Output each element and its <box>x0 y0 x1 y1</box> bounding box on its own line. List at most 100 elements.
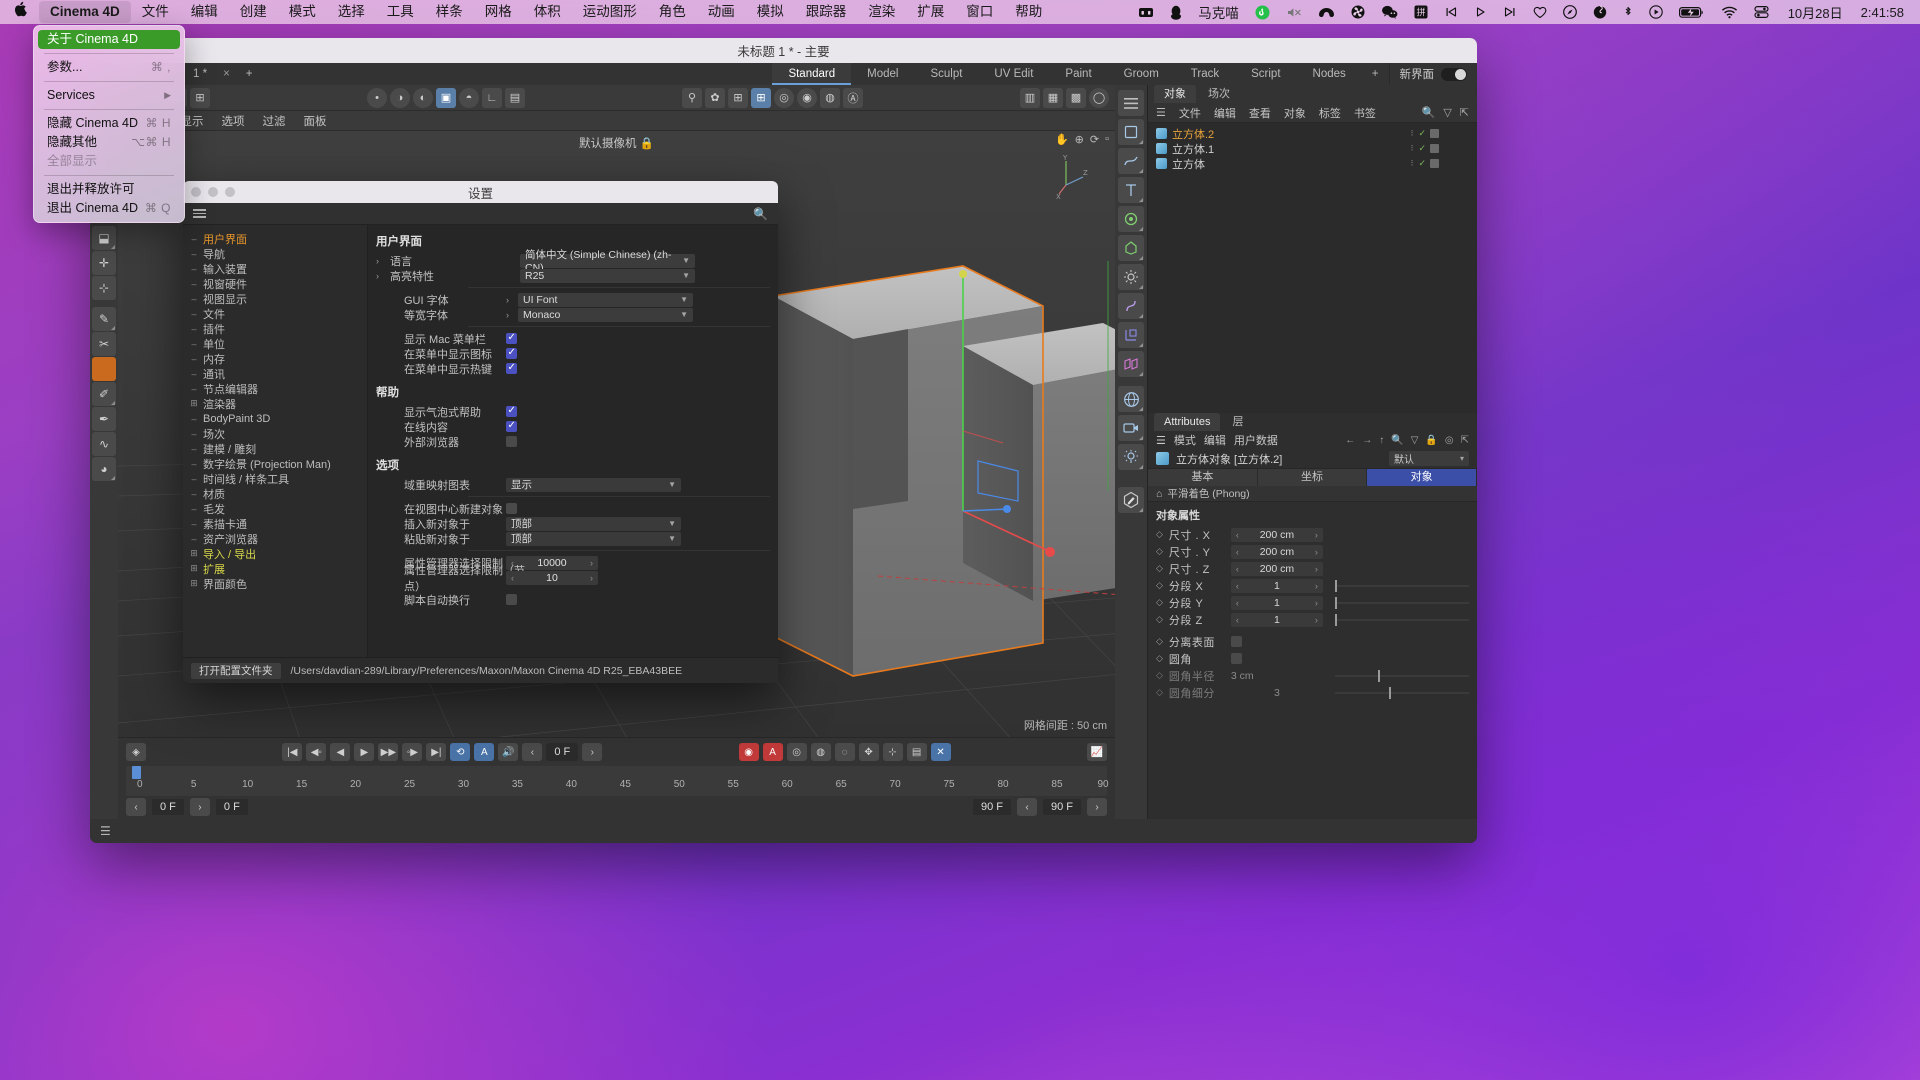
viewport-menu-filter[interactable]: 过滤 <box>263 113 286 129</box>
nav-item-viewport-hardware[interactable]: – 视窗硬件 <box>183 276 367 291</box>
object-row-cube2[interactable]: 立方体.2 ⁝ ✓ <box>1148 126 1477 141</box>
axis-cube-icon[interactable] <box>1118 322 1144 348</box>
attr-menu-userdata[interactable]: 用户数据 <box>1234 432 1278 448</box>
preview-start-field[interactable]: 0 F <box>215 799 248 815</box>
up-icon[interactable]: ↑ <box>1379 435 1384 446</box>
menu-item-quit-release-license[interactable]: 退出并释放许可 <box>38 180 180 199</box>
nav-item-material[interactable]: – 材质 <box>183 486 367 501</box>
menu-item-about-cinema4d[interactable]: 关于 Cinema 4D <box>38 30 180 49</box>
tab-uvedit[interactable]: UV Edit <box>978 63 1049 85</box>
menu-juese[interactable]: 角色 <box>648 1 697 23</box>
increment-icon[interactable]: › <box>1315 615 1318 625</box>
fan-control-icon[interactable] <box>1344 1 1372 23</box>
netease-music-icon[interactable] <box>1248 1 1277 23</box>
document-tab[interactable]: 1 * <box>185 63 215 85</box>
expand-icon[interactable]: ⊞ <box>189 578 199 589</box>
animate-diamond-icon[interactable]: ◇ <box>1156 614 1163 625</box>
scale-key-icon[interactable]: ✥ <box>858 743 879 761</box>
viewport-solo-icon[interactable]: ▤ <box>505 87 525 108</box>
new-layout-toggle[interactable] <box>1441 67 1467 81</box>
tab-layers[interactable]: 层 <box>1222 413 1253 431</box>
nav-item-user-interface[interactable]: – 用户界面 <box>183 231 367 246</box>
knife-icon[interactable]: ✂ <box>92 332 116 356</box>
om-menu-object[interactable]: 对象 <box>1284 105 1306 121</box>
autokey-icon[interactable]: A <box>474 743 495 761</box>
light-icon[interactable] <box>1118 444 1144 470</box>
expand-icon[interactable]: › <box>376 271 390 281</box>
menu-time[interactable]: 2:41:58 <box>1851 5 1910 20</box>
om-menu-file[interactable]: 文件 <box>1179 105 1201 121</box>
range-right-increment-icon[interactable]: › <box>1087 798 1107 816</box>
menu-chuangjian[interactable]: 创建 <box>229 1 278 23</box>
search-icon[interactable]: 🔍 <box>1422 106 1436 119</box>
tab-groom[interactable]: Groom <box>1108 63 1175 85</box>
nav-item-files[interactable]: – 文件 <box>183 306 367 321</box>
menu-item-preferences[interactable]: 参数... ⌘ , <box>38 58 180 77</box>
range-end-field[interactable]: 90 F <box>1042 799 1081 815</box>
tab-objects[interactable]: 对象 <box>1154 85 1196 103</box>
position-key-icon[interactable]: ◍ <box>810 743 831 761</box>
grid-snap-icon[interactable]: ⊞ <box>728 87 748 108</box>
enabled-check-icon[interactable]: ✓ <box>1418 143 1426 154</box>
open-config-folder-button[interactable]: 打开配置文件夹 <box>191 662 281 679</box>
nav-item-memory[interactable]: – 内存 <box>183 351 367 366</box>
text-tool-icon[interactable] <box>1118 177 1144 203</box>
texture-mode-icon[interactable]: ◓ <box>459 87 479 108</box>
pin-icon[interactable]: ◎ <box>1445 435 1454 446</box>
menu-bangzhu[interactable]: 帮助 <box>1004 1 1053 23</box>
snap-settings-icon[interactable]: ✿ <box>705 87 725 108</box>
object-row-cube1[interactable]: 立方体.1 ⁝ ✓ <box>1148 141 1477 156</box>
snap-enabled-icon[interactable]: ⊞ <box>751 87 771 108</box>
menu-moshi[interactable]: 模式 <box>278 1 327 23</box>
timeline-playhead[interactable] <box>132 766 141 779</box>
increment-icon[interactable]: › <box>590 573 593 583</box>
preferences-nav-tree[interactable]: – 用户界面 – 导航 – 输入装置 – 视窗硬件 – 视图显示 – 文件 – 插件 – 单位 … <box>183 225 368 657</box>
bluetooth-icon[interactable] <box>1616 1 1640 23</box>
menu-wangge[interactable]: 网格 <box>474 1 523 23</box>
language-select[interactable]: 简体中文 (Simple Chinese) (zh-CN) ▼ <box>520 249 695 274</box>
wifi-icon[interactable] <box>1714 1 1745 23</box>
insert-new-object-select[interactable]: 顶部 ▼ <box>506 516 681 531</box>
nav-item-units[interactable]: – 单位 <box>183 336 367 351</box>
menu-chuangkou[interactable]: 窗口 <box>955 1 1004 23</box>
maximize-icon[interactable] <box>225 187 235 197</box>
nav-item-navigation[interactable]: – 导航 <box>183 246 367 261</box>
timeline-ruler[interactable]: 0 5 10 15 20 25 30 35 40 45 50 55 60 65 … <box>126 766 1109 796</box>
airpods-icon[interactable] <box>1311 1 1342 23</box>
close-icon[interactable] <box>191 187 201 197</box>
expand-icon[interactable]: ⊞ <box>189 563 199 574</box>
attr-menu-edit[interactable]: 编辑 <box>1204 432 1226 448</box>
om-menu-edit[interactable]: 编辑 <box>1214 105 1236 121</box>
nav-item-renderer[interactable]: ⊞ 渲染器 <box>183 396 367 411</box>
hamburger-menu-icon[interactable] <box>1118 90 1144 116</box>
annotation-icon[interactable]: Ⓐ <box>843 87 863 108</box>
menu-wenjian[interactable]: 文件 <box>131 1 180 23</box>
material-color-icon[interactable] <box>92 357 116 381</box>
lock-icon[interactable]: 🔒 <box>1425 435 1437 446</box>
frame-increment-icon[interactable]: › <box>582 743 603 761</box>
show-menu-hotkeys-checkbox[interactable] <box>506 362 517 374</box>
apple-icon[interactable] <box>0 1 39 23</box>
battery-charging-icon[interactable] <box>1672 1 1712 23</box>
increment-icon[interactable]: › <box>1315 581 1318 591</box>
volume-mute-icon[interactable] <box>1279 1 1309 23</box>
expand-icon[interactable]: ⇱ <box>1461 435 1469 446</box>
nav-item-projection-man[interactable]: – 数字绘景 (Projection Man) <box>183 456 367 471</box>
tab-basic[interactable]: 基本 <box>1148 469 1258 486</box>
frame-decrement-icon[interactable]: ‹ <box>522 743 543 761</box>
increment-icon[interactable]: › <box>590 558 593 568</box>
phong-tag-icon[interactable] <box>1430 144 1439 153</box>
workplane-icon[interactable]: ⊹ <box>92 276 116 300</box>
corner-mode-icon[interactable]: ∟ <box>482 87 502 108</box>
keyframe-mode-icon[interactable]: ✕ <box>930 743 951 761</box>
animate-diamond-icon[interactable]: ◇ <box>1156 597 1163 608</box>
cube-primitive-icon[interactable] <box>1118 119 1144 145</box>
enabled-check-icon[interactable]: ✓ <box>1418 158 1426 169</box>
nav-item-sketch-toon[interactable]: – 素描卡通 <box>183 516 367 531</box>
pla-key-icon[interactable]: ▤ <box>906 743 927 761</box>
spline-pen-icon[interactable] <box>1118 148 1144 174</box>
phong-tag-icon[interactable] <box>1430 159 1439 168</box>
phong-tag-row[interactable]: ⌂ 平滑着色 (Phong) <box>1148 486 1477 502</box>
screenshot-icon[interactable] <box>1131 1 1161 23</box>
viewport-menu-options[interactable]: 选项 <box>222 113 245 129</box>
